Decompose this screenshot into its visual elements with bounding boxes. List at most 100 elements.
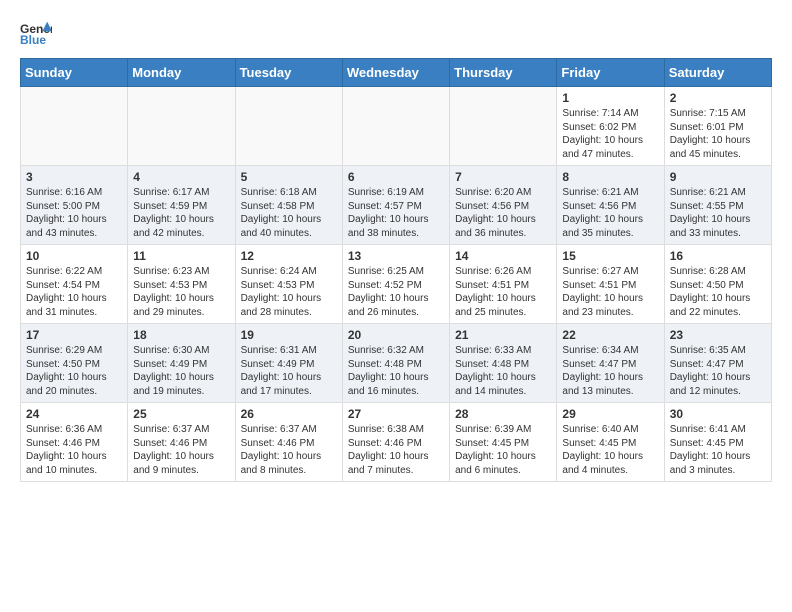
day-number: 27 bbox=[348, 407, 444, 421]
calendar-week-row: 17 Sunrise: 6:29 AM Sunset: 4:50 PM Dayli… bbox=[21, 324, 772, 403]
calendar-week-row: 24 Sunrise: 6:36 AM Sunset: 4:46 PM Dayli… bbox=[21, 403, 772, 482]
calendar-cell: 24 Sunrise: 6:36 AM Sunset: 4:46 PM Dayli… bbox=[21, 403, 128, 482]
day-info: Sunrise: 6:34 AM Sunset: 4:47 PM Dayligh… bbox=[562, 344, 658, 398]
day-info: Sunrise: 6:33 AM Sunset: 4:48 PM Dayligh… bbox=[455, 344, 551, 398]
calendar-cell: 22 Sunrise: 6:34 AM Sunset: 4:47 PM Dayli… bbox=[557, 324, 664, 403]
calendar-cell: 26 Sunrise: 6:37 AM Sunset: 4:46 PM Dayli… bbox=[235, 403, 342, 482]
day-info: Sunrise: 6:29 AM Sunset: 4:50 PM Dayligh… bbox=[26, 344, 122, 398]
day-number: 13 bbox=[348, 249, 444, 263]
weekday-header: Wednesday bbox=[342, 59, 449, 87]
calendar-cell: 15 Sunrise: 6:27 AM Sunset: 4:51 PM Dayli… bbox=[557, 245, 664, 324]
weekday-header: Monday bbox=[128, 59, 235, 87]
day-number: 16 bbox=[670, 249, 766, 263]
calendar-week-row: 1 Sunrise: 7:14 AM Sunset: 6:02 PM Daylig… bbox=[21, 87, 772, 166]
calendar-cell: 3 Sunrise: 6:16 AM Sunset: 5:00 PM Daylig… bbox=[21, 166, 128, 245]
day-info: Sunrise: 6:28 AM Sunset: 4:50 PM Dayligh… bbox=[670, 265, 766, 319]
calendar-cell: 25 Sunrise: 6:37 AM Sunset: 4:46 PM Dayli… bbox=[128, 403, 235, 482]
day-info: Sunrise: 6:21 AM Sunset: 4:56 PM Dayligh… bbox=[562, 186, 658, 240]
day-number: 7 bbox=[455, 170, 551, 184]
day-number: 20 bbox=[348, 328, 444, 342]
header: General Blue bbox=[20, 20, 772, 48]
calendar-cell: 23Sunrise: 6:35 AM Sunset: 4:47 PM Dayli… bbox=[664, 324, 771, 403]
calendar-cell: 4 Sunrise: 6:17 AM Sunset: 4:59 PM Daylig… bbox=[128, 166, 235, 245]
calendar-cell: 20 Sunrise: 6:32 AM Sunset: 4:48 PM Dayli… bbox=[342, 324, 449, 403]
calendar-cell: 27 Sunrise: 6:38 AM Sunset: 4:46 PM Dayli… bbox=[342, 403, 449, 482]
day-info: Sunrise: 6:21 AM Sunset: 4:55 PM Dayligh… bbox=[670, 186, 766, 240]
day-info: Sunrise: 6:37 AM Sunset: 4:46 PM Dayligh… bbox=[241, 423, 337, 477]
calendar-cell: 11Sunrise: 6:23 AM Sunset: 4:53 PM Dayli… bbox=[128, 245, 235, 324]
calendar-cell: 7 Sunrise: 6:20 AM Sunset: 4:56 PM Daylig… bbox=[450, 166, 557, 245]
calendar-cell: 17 Sunrise: 6:29 AM Sunset: 4:50 PM Dayli… bbox=[21, 324, 128, 403]
day-number: 10 bbox=[26, 249, 122, 263]
calendar-cell: 5 Sunrise: 6:18 AM Sunset: 4:58 PM Daylig… bbox=[235, 166, 342, 245]
day-number: 9 bbox=[670, 170, 766, 184]
calendar-week-row: 3 Sunrise: 6:16 AM Sunset: 5:00 PM Daylig… bbox=[21, 166, 772, 245]
day-number: 22 bbox=[562, 328, 658, 342]
day-number: 29 bbox=[562, 407, 658, 421]
day-info: Sunrise: 6:19 AM Sunset: 4:57 PM Dayligh… bbox=[348, 186, 444, 240]
day-number: 1 bbox=[562, 91, 658, 105]
day-info: Sunrise: 6:17 AM Sunset: 4:59 PM Dayligh… bbox=[133, 186, 229, 240]
calendar-cell: 9 Sunrise: 6:21 AM Sunset: 4:55 PM Daylig… bbox=[664, 166, 771, 245]
day-info: Sunrise: 6:18 AM Sunset: 4:58 PM Dayligh… bbox=[241, 186, 337, 240]
calendar-week-row: 10 Sunrise: 6:22 AM Sunset: 4:54 PM Dayli… bbox=[21, 245, 772, 324]
day-number: 5 bbox=[241, 170, 337, 184]
day-number: 17 bbox=[26, 328, 122, 342]
day-number: 2 bbox=[670, 91, 766, 105]
calendar-cell bbox=[235, 87, 342, 166]
weekday-header: Sunday bbox=[21, 59, 128, 87]
weekday-header: Saturday bbox=[664, 59, 771, 87]
logo-icon: General Blue bbox=[20, 20, 52, 48]
calendar-cell bbox=[450, 87, 557, 166]
weekday-header: Tuesday bbox=[235, 59, 342, 87]
calendar-table: SundayMondayTuesdayWednesdayThursdayFrid… bbox=[20, 58, 772, 482]
day-number: 25 bbox=[133, 407, 229, 421]
day-number: 14 bbox=[455, 249, 551, 263]
calendar-cell: 16 Sunrise: 6:28 AM Sunset: 4:50 PM Dayli… bbox=[664, 245, 771, 324]
calendar-cell: 29Sunrise: 6:40 AM Sunset: 4:45 PM Dayli… bbox=[557, 403, 664, 482]
day-number: 28 bbox=[455, 407, 551, 421]
calendar-cell: 2 Sunrise: 7:15 AM Sunset: 6:01 PM Daylig… bbox=[664, 87, 771, 166]
day-info: Sunrise: 6:38 AM Sunset: 4:46 PM Dayligh… bbox=[348, 423, 444, 477]
calendar-cell: 30 Sunrise: 6:41 AM Sunset: 4:45 PM Dayli… bbox=[664, 403, 771, 482]
calendar-cell: 12Sunrise: 6:24 AM Sunset: 4:53 PM Dayli… bbox=[235, 245, 342, 324]
day-info: Sunrise: 6:16 AM Sunset: 5:00 PM Dayligh… bbox=[26, 186, 122, 240]
day-number: 23 bbox=[670, 328, 766, 342]
logo: General Blue bbox=[20, 20, 52, 48]
day-info: Sunrise: 6:25 AM Sunset: 4:52 PM Dayligh… bbox=[348, 265, 444, 319]
day-number: 26 bbox=[241, 407, 337, 421]
day-info: Sunrise: 6:20 AM Sunset: 4:56 PM Dayligh… bbox=[455, 186, 551, 240]
day-info: Sunrise: 6:22 AM Sunset: 4:54 PM Dayligh… bbox=[26, 265, 122, 319]
day-info: Sunrise: 6:39 AM Sunset: 4:45 PM Dayligh… bbox=[455, 423, 551, 477]
svg-text:Blue: Blue bbox=[20, 33, 46, 47]
day-info: Sunrise: 6:31 AM Sunset: 4:49 PM Dayligh… bbox=[241, 344, 337, 398]
day-number: 11 bbox=[133, 249, 229, 263]
day-info: Sunrise: 6:37 AM Sunset: 4:46 PM Dayligh… bbox=[133, 423, 229, 477]
calendar-cell: 13 Sunrise: 6:25 AM Sunset: 4:52 PM Dayli… bbox=[342, 245, 449, 324]
day-number: 24 bbox=[26, 407, 122, 421]
calendar-cell: 1 Sunrise: 7:14 AM Sunset: 6:02 PM Daylig… bbox=[557, 87, 664, 166]
calendar-cell bbox=[21, 87, 128, 166]
day-number: 19 bbox=[241, 328, 337, 342]
calendar-cell: 28 Sunrise: 6:39 AM Sunset: 4:45 PM Dayli… bbox=[450, 403, 557, 482]
calendar-cell: 14Sunrise: 6:26 AM Sunset: 4:51 PM Dayli… bbox=[450, 245, 557, 324]
day-info: Sunrise: 6:32 AM Sunset: 4:48 PM Dayligh… bbox=[348, 344, 444, 398]
calendar-cell: 18Sunrise: 6:30 AM Sunset: 4:49 PM Dayli… bbox=[128, 324, 235, 403]
day-number: 12 bbox=[241, 249, 337, 263]
day-info: Sunrise: 6:27 AM Sunset: 4:51 PM Dayligh… bbox=[562, 265, 658, 319]
day-number: 30 bbox=[670, 407, 766, 421]
day-info: Sunrise: 6:36 AM Sunset: 4:46 PM Dayligh… bbox=[26, 423, 122, 477]
day-number: 15 bbox=[562, 249, 658, 263]
weekday-header: Thursday bbox=[450, 59, 557, 87]
day-info: Sunrise: 6:41 AM Sunset: 4:45 PM Dayligh… bbox=[670, 423, 766, 477]
day-number: 4 bbox=[133, 170, 229, 184]
day-number: 6 bbox=[348, 170, 444, 184]
day-info: Sunrise: 7:15 AM Sunset: 6:01 PM Dayligh… bbox=[670, 107, 766, 161]
calendar-cell: 8 Sunrise: 6:21 AM Sunset: 4:56 PM Daylig… bbox=[557, 166, 664, 245]
day-number: 18 bbox=[133, 328, 229, 342]
day-number: 8 bbox=[562, 170, 658, 184]
day-number: 21 bbox=[455, 328, 551, 342]
calendar-header-row: SundayMondayTuesdayWednesdayThursdayFrid… bbox=[21, 59, 772, 87]
day-info: Sunrise: 7:14 AM Sunset: 6:02 PM Dayligh… bbox=[562, 107, 658, 161]
day-number: 3 bbox=[26, 170, 122, 184]
